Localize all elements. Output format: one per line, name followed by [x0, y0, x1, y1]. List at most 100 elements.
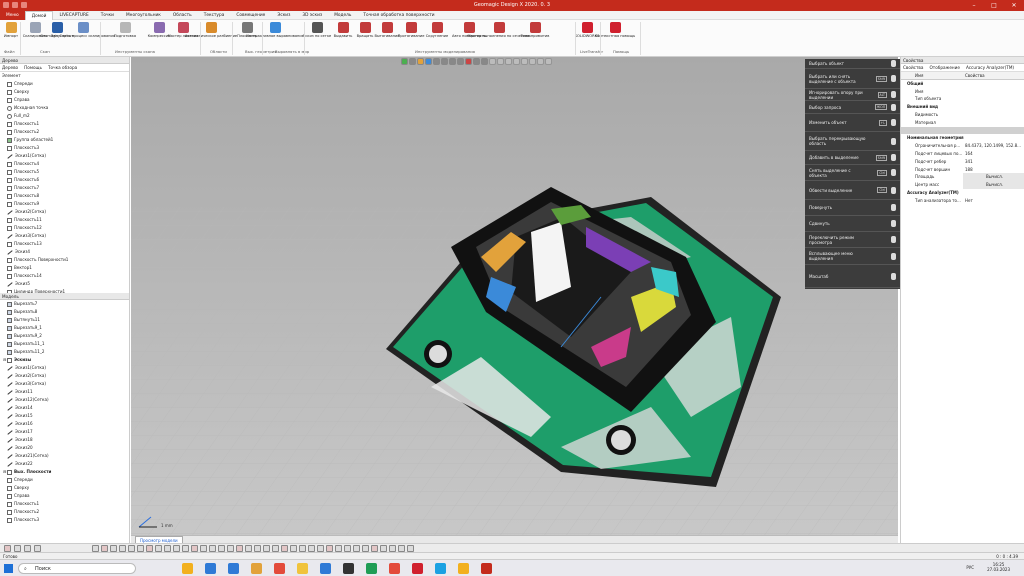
mouse-help-item[interactable]: Всплывающее меню выделения: [805, 248, 900, 265]
model-item[interactable]: Эскиз14: [3, 404, 129, 412]
tab-4[interactable]: Многоугольник: [120, 11, 167, 20]
feature-item[interactable]: Исходная точка: [3, 104, 129, 112]
taskbar-app-icon[interactable]: [343, 563, 354, 574]
taskbar-app-icon[interactable]: [481, 563, 492, 574]
selection-tool-icon[interactable]: [173, 545, 180, 552]
selection-tool-icon[interactable]: [182, 545, 189, 552]
taskbar-app-icon[interactable]: [435, 563, 446, 574]
selection-tool-icon[interactable]: [344, 545, 351, 552]
feature-item[interactable]: Full_m2: [3, 112, 129, 120]
model-view[interactable]: 1 mm: [131, 57, 898, 535]
feature-item[interactable]: Эскиз1(Сетка): [3, 152, 129, 160]
tree-tab-2[interactable]: Точка обзора: [48, 65, 77, 70]
tab-5[interactable]: Область: [167, 11, 198, 20]
feature-item[interactable]: Плоскость1: [3, 120, 129, 128]
taskbar-app-icon[interactable]: [182, 563, 193, 574]
mouse-help-item[interactable]: Переключить режим просмотра: [805, 232, 900, 248]
selection-tool-icon[interactable]: [236, 545, 243, 552]
taskbar-app-icon[interactable]: [320, 563, 331, 574]
taskbar-app-icon[interactable]: [458, 563, 469, 574]
selection-tool-icon[interactable]: [209, 545, 216, 552]
selection-tool-icon[interactable]: [299, 545, 306, 552]
mouse-help-item[interactable]: Игнорировать опору при выделении ALT: [805, 89, 900, 101]
property-row[interactable]: Материал: [901, 119, 1024, 127]
property-row[interactable]: [901, 126, 1024, 135]
model-item[interactable]: Вырезать8: [3, 308, 129, 316]
ribbon-button-20[interactable]: Контекстная помощь: [595, 22, 635, 38]
feature-item[interactable]: Справа: [3, 96, 129, 104]
selection-tool-icon[interactable]: [407, 545, 414, 552]
tab-3[interactable]: Точки: [95, 11, 120, 20]
model-item[interactable]: Вырезать11_2: [3, 348, 129, 356]
selection-tool-icon[interactable]: [389, 545, 396, 552]
selection-tool-icon[interactable]: [191, 545, 198, 552]
ribbon-button-3[interactable]: Запустить процесс сканирования: [51, 22, 115, 38]
model-item[interactable]: Эскиз18: [3, 436, 129, 444]
taskbar-app-icon[interactable]: [205, 563, 216, 574]
tree-tab-0[interactable]: Дерево: [2, 65, 18, 70]
ribbon-button-15[interactable]: Скругление: [424, 22, 450, 38]
property-row[interactable]: Имя: [901, 88, 1024, 96]
tab-7[interactable]: Совмещение: [230, 11, 271, 20]
feature-item[interactable]: Плоскость8: [3, 192, 129, 200]
property-row[interactable]: Ограничительная р... 84.4373, 120.1499, 1…: [901, 142, 1024, 150]
ribbon-button-10[interactable]: Эскиз по сетке: [303, 22, 331, 38]
tab-1[interactable]: Домой: [24, 10, 54, 20]
feature-item[interactable]: Группа областей1: [3, 136, 129, 144]
feature-item[interactable]: Плоскость3: [3, 144, 129, 152]
feature-item[interactable]: Эскиз3(Сетка): [3, 232, 129, 240]
model-item[interactable]: Эскиз22: [3, 460, 129, 468]
property-row[interactable]: Видимость: [901, 111, 1024, 119]
model-item[interactable]: Спереди: [3, 476, 129, 484]
model-item[interactable]: Вытянуть11: [3, 316, 129, 324]
feature-item[interactable]: Плоскость6: [3, 176, 129, 184]
mouse-help-item[interactable]: Выбор запроса ЖОЛ: [805, 101, 900, 114]
property-row[interactable]: Подсчет вершин 188: [901, 166, 1024, 174]
maximize-button[interactable]: □: [984, 0, 1004, 11]
feature-item[interactable]: Плоскость4: [3, 160, 129, 168]
model-item[interactable]: Эскиз2(Сетка): [3, 372, 129, 380]
minimize-button[interactable]: –: [964, 0, 984, 11]
selection-tool-icon[interactable]: [335, 545, 342, 552]
feature-item[interactable]: Вектор1: [3, 264, 129, 272]
properties-tab-0[interactable]: Свойства: [903, 65, 923, 70]
taskbar-search-input[interactable]: ⌕ Поиск: [18, 563, 136, 574]
selection-tool-icon[interactable]: [92, 545, 99, 552]
selection-tool-icon[interactable]: [281, 545, 288, 552]
ribbon-button-9[interactable]: Интерактивное выравнивание: [246, 22, 304, 38]
windows-start-icon[interactable]: [4, 564, 13, 573]
tab-10[interactable]: Модель: [328, 11, 357, 20]
tree-tab-1[interactable]: Помощь: [24, 65, 42, 70]
selection-tool-icon[interactable]: [263, 545, 270, 552]
selection-tool-icon[interactable]: [308, 545, 315, 552]
selection-tool-icon[interactable]: [272, 545, 279, 552]
selection-tool-icon[interactable]: [119, 545, 126, 552]
properties-tab-2[interactable]: Accuracy Analyzer(TM): [966, 65, 1014, 70]
property-row[interactable]: Площадь Вычисл.: [901, 173, 1024, 182]
property-row[interactable]: Тип объекта: [901, 95, 1024, 103]
model-item[interactable]: Эскиз17: [3, 428, 129, 436]
selection-tool-icon[interactable]: [371, 545, 378, 552]
taskbar-app-icon[interactable]: [297, 563, 308, 574]
tab-0[interactable]: Меню: [0, 10, 25, 20]
clock[interactable]: 16:25 27.03.2023: [987, 562, 1010, 572]
feature-item[interactable]: Эскиз4: [3, 248, 129, 256]
property-row[interactable]: Подсчет лицевых по... 164: [901, 150, 1024, 158]
tab-11[interactable]: Точная обработка поверхности: [357, 11, 440, 20]
selection-tool-icon[interactable]: [101, 545, 108, 552]
selection-tool-icon[interactable]: [14, 545, 21, 552]
feature-item[interactable]: Плоскость12: [3, 224, 129, 232]
feature-item[interactable]: Плоскость5: [3, 168, 129, 176]
model-item[interactable]: ⊟ Эскизы: [3, 356, 129, 364]
taskbar-app-icon[interactable]: [412, 563, 423, 574]
model-item[interactable]: Эскиз20: [3, 444, 129, 452]
feature-item[interactable]: Эскиз5: [3, 280, 129, 288]
model-item[interactable]: Эскиз3(Сетка): [3, 380, 129, 388]
model-item[interactable]: Эскиз1(Сетка): [3, 364, 129, 372]
selection-tool-icon[interactable]: [164, 545, 171, 552]
model-item[interactable]: Вырезать7: [3, 300, 129, 308]
selection-tool-icon[interactable]: [218, 545, 225, 552]
selection-tool-icon[interactable]: [34, 545, 41, 552]
model-item[interactable]: Сверху: [3, 484, 129, 492]
selection-tool-icon[interactable]: [362, 545, 369, 552]
